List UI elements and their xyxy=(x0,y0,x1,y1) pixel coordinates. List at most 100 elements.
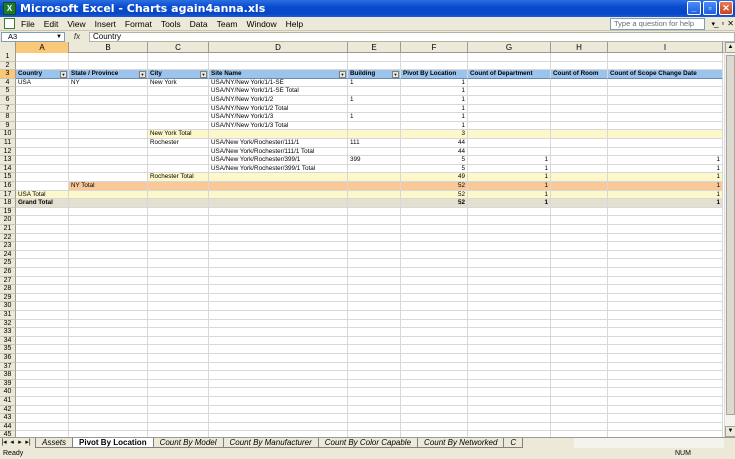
cell[interactable]: USA/NY/New York/1/2 Total xyxy=(209,104,348,114)
cell[interactable] xyxy=(348,53,401,62)
row-header[interactable]: 27 xyxy=(0,276,16,286)
cell[interactable]: 44 xyxy=(401,147,468,157)
cell[interactable] xyxy=(608,259,723,268)
cell[interactable] xyxy=(608,336,723,346)
cell[interactable] xyxy=(16,397,69,406)
cell[interactable] xyxy=(468,53,551,62)
cell[interactable] xyxy=(608,285,723,294)
sheet-tab[interactable]: Count By Manufacturer xyxy=(222,438,319,448)
column-header-b[interactable]: B xyxy=(69,42,148,53)
row-header[interactable]: 42 xyxy=(0,405,16,415)
cell[interactable]: 1 xyxy=(468,156,551,165)
cell[interactable] xyxy=(16,293,69,303)
cell[interactable] xyxy=(608,53,723,62)
cell[interactable] xyxy=(209,319,348,329)
cell[interactable] xyxy=(16,113,69,122)
row-header[interactable]: 15 xyxy=(0,173,16,182)
cell[interactable] xyxy=(209,285,348,294)
cell[interactable] xyxy=(468,216,551,225)
filter-dropdown-icon[interactable]: ▼ xyxy=(200,71,207,78)
cell[interactable] xyxy=(148,147,209,157)
sheet-tab[interactable]: C xyxy=(503,438,524,448)
cell[interactable] xyxy=(551,156,608,165)
cell[interactable] xyxy=(401,61,468,71)
cell[interactable] xyxy=(148,319,209,329)
cell[interactable] xyxy=(16,311,69,320)
cell[interactable] xyxy=(608,345,723,354)
cell[interactable] xyxy=(551,345,608,354)
cell[interactable] xyxy=(16,182,69,191)
cell[interactable] xyxy=(551,242,608,251)
cell[interactable] xyxy=(69,199,148,208)
cell[interactable] xyxy=(608,78,723,88)
cell[interactable] xyxy=(348,276,401,286)
cell[interactable] xyxy=(551,328,608,337)
cell[interactable] xyxy=(468,139,551,148)
row-header[interactable]: 13 xyxy=(0,156,16,165)
column-header-e[interactable]: E xyxy=(348,42,401,53)
cell[interactable] xyxy=(69,87,148,96)
pivot-header-cell[interactable]: Count of Room xyxy=(551,70,608,79)
row-header[interactable]: 4 xyxy=(0,78,16,88)
cell[interactable] xyxy=(69,190,148,200)
cell[interactable] xyxy=(148,250,209,260)
cell[interactable] xyxy=(16,250,69,260)
cell[interactable] xyxy=(348,199,401,208)
cell[interactable] xyxy=(551,293,608,303)
cell[interactable] xyxy=(468,319,551,329)
cell[interactable] xyxy=(16,379,69,389)
cell[interactable] xyxy=(69,422,148,432)
cell[interactable] xyxy=(551,121,608,131)
cell[interactable] xyxy=(551,87,608,96)
row-header[interactable]: 17 xyxy=(0,190,16,200)
cell[interactable] xyxy=(69,319,148,329)
sheet-tab[interactable]: Count By Model xyxy=(152,438,224,448)
cell[interactable] xyxy=(348,61,401,71)
cell[interactable]: USA xyxy=(16,78,69,88)
cell[interactable]: USA/NY/New York/1/2 xyxy=(209,96,348,105)
cell[interactable] xyxy=(16,242,69,251)
cell[interactable] xyxy=(209,242,348,251)
cell[interactable] xyxy=(148,242,209,251)
cell[interactable] xyxy=(16,233,69,243)
cell[interactable] xyxy=(401,285,468,294)
cell[interactable] xyxy=(348,388,401,397)
cell[interactable] xyxy=(16,276,69,286)
cell[interactable] xyxy=(401,328,468,337)
row-header[interactable]: 30 xyxy=(0,302,16,311)
cell[interactable] xyxy=(348,121,401,131)
scroll-down-icon[interactable]: ▼ xyxy=(725,426,735,437)
workbook-restore-icon[interactable]: ▫ xyxy=(721,19,724,28)
pivot-header-cell[interactable]: Country ▼ xyxy=(16,70,69,79)
filter-dropdown-icon[interactable]: ▼ xyxy=(392,71,399,78)
cell[interactable] xyxy=(16,147,69,157)
cell[interactable]: 5 xyxy=(401,164,468,174)
column-header-c[interactable]: C xyxy=(148,42,209,53)
cell[interactable] xyxy=(468,397,551,406)
cell[interactable] xyxy=(209,173,348,182)
cell[interactable] xyxy=(401,216,468,225)
workbook-icon[interactable] xyxy=(4,18,15,29)
formula-input[interactable]: Country xyxy=(89,31,735,42)
row-header[interactable]: 10 xyxy=(0,130,16,139)
cell[interactable] xyxy=(551,414,608,423)
cell[interactable] xyxy=(401,414,468,423)
cell[interactable] xyxy=(468,242,551,251)
cell[interactable] xyxy=(16,302,69,311)
cell[interactable] xyxy=(468,285,551,294)
last-sheet-icon[interactable]: ▸| xyxy=(24,438,32,448)
cell[interactable] xyxy=(608,379,723,389)
cell[interactable] xyxy=(69,121,148,131)
cell[interactable] xyxy=(69,233,148,243)
cell[interactable] xyxy=(69,311,148,320)
cell[interactable] xyxy=(69,293,148,303)
cell[interactable] xyxy=(148,405,209,415)
cell[interactable] xyxy=(148,190,209,200)
cell[interactable] xyxy=(551,190,608,200)
cell[interactable] xyxy=(148,61,209,71)
cell[interactable] xyxy=(16,362,69,372)
cell[interactable]: 1 xyxy=(468,182,551,191)
cell[interactable] xyxy=(468,414,551,423)
row-header[interactable]: 11 xyxy=(0,139,16,148)
cell[interactable] xyxy=(348,233,401,243)
